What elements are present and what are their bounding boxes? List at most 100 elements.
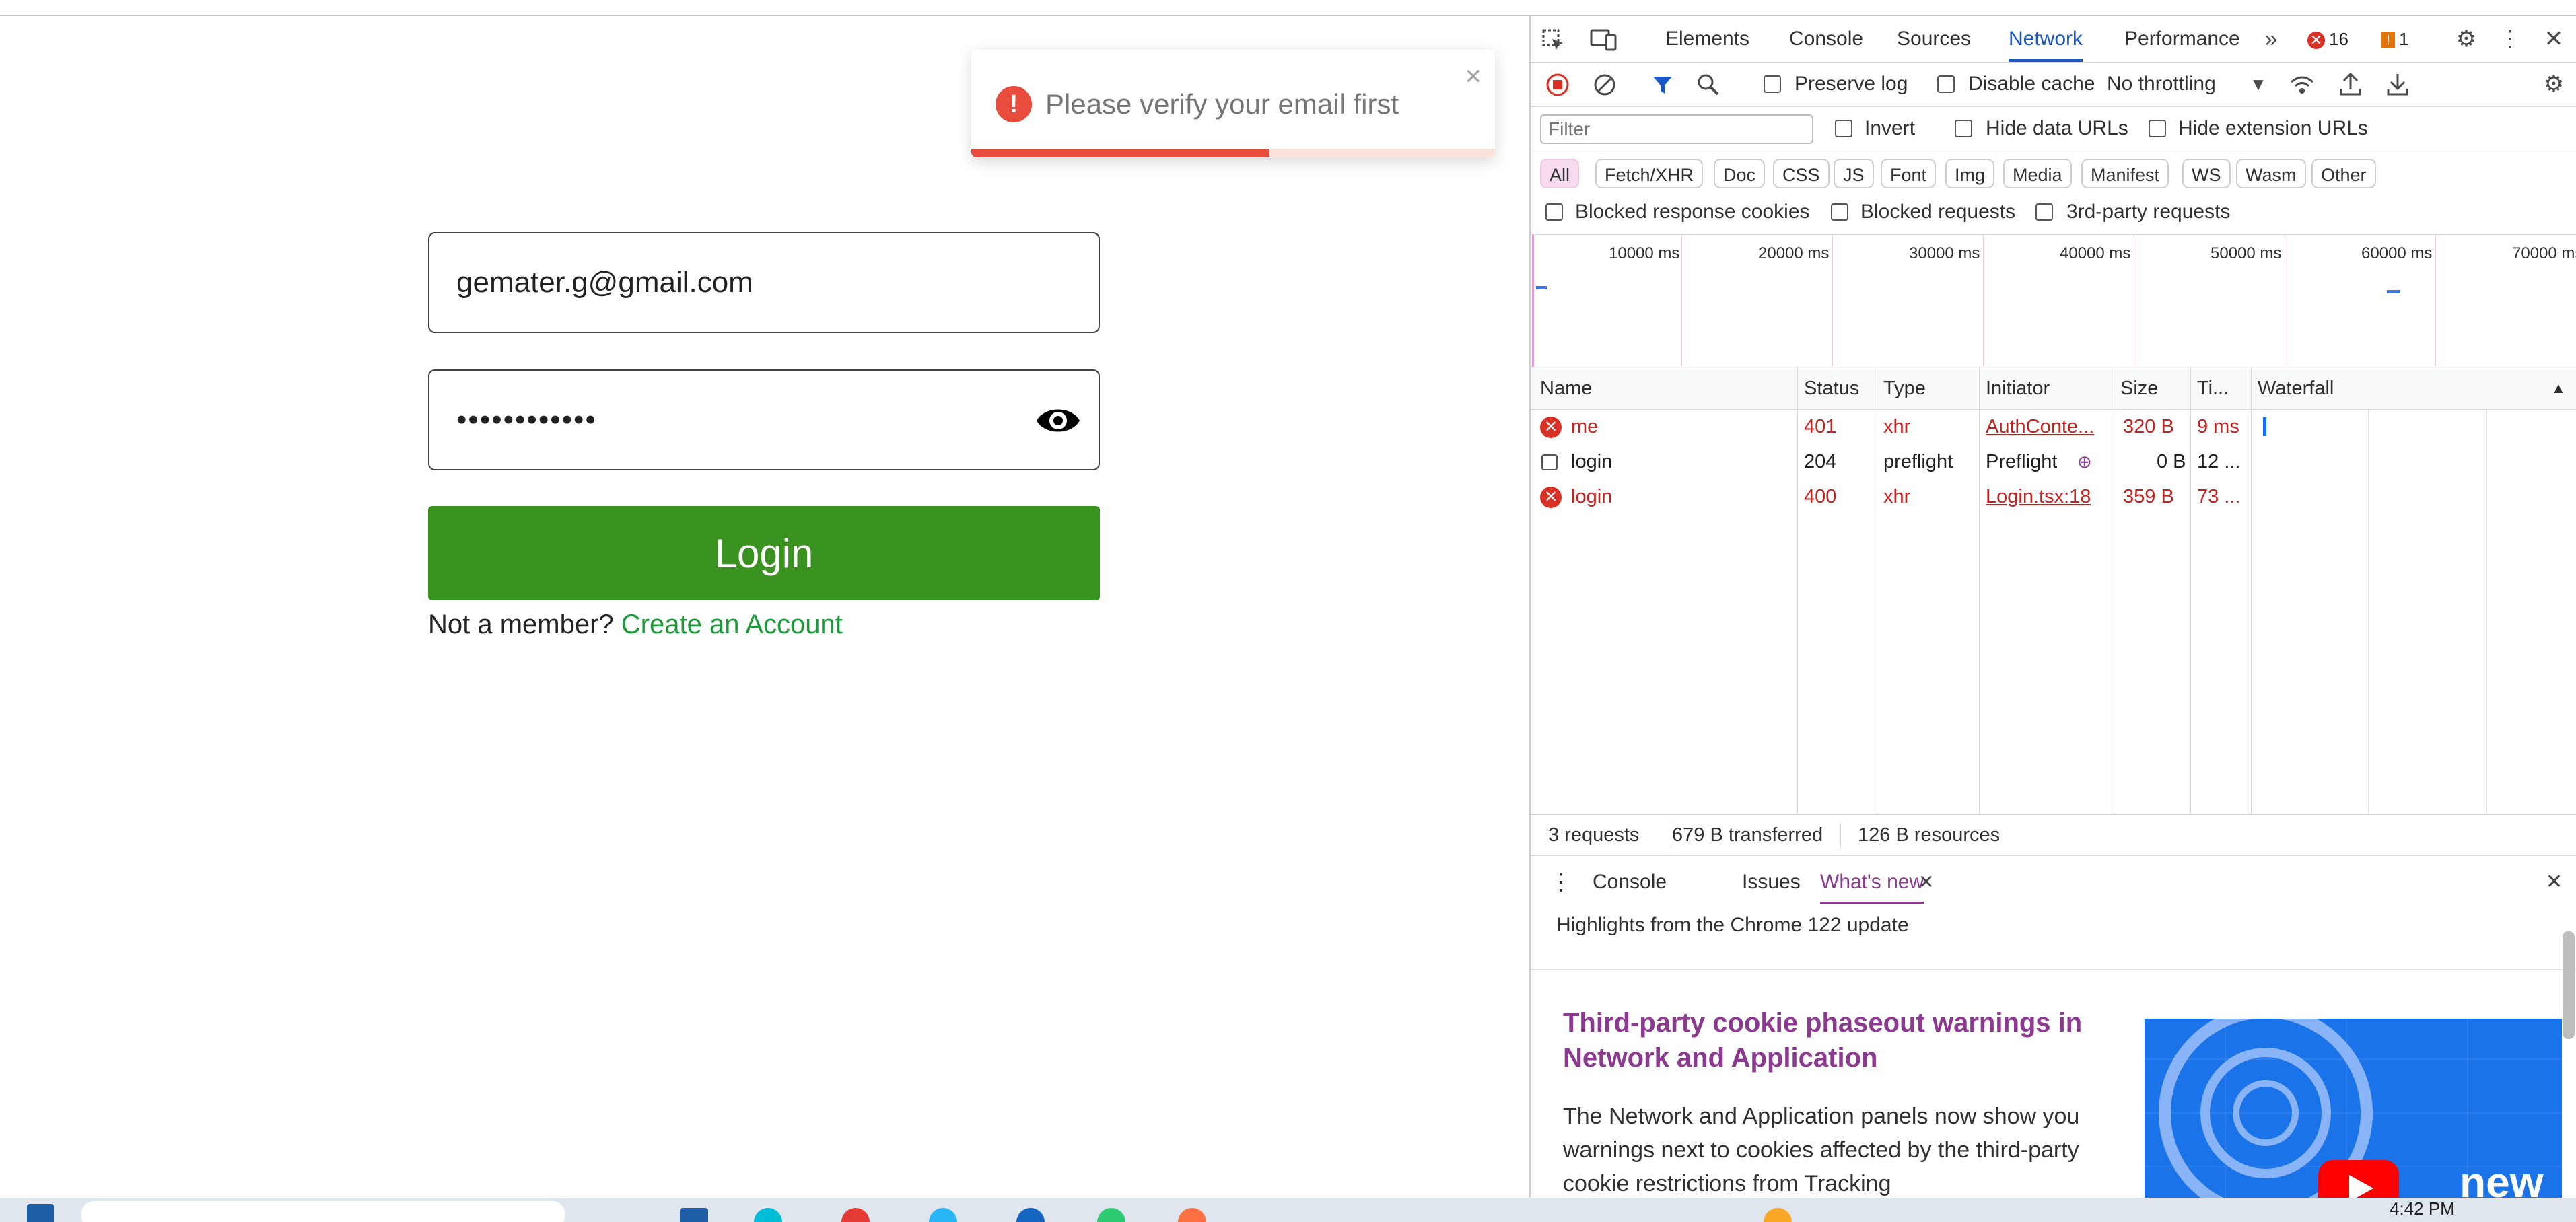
- create-account-link[interactable]: Create an Account: [621, 610, 843, 639]
- login-button[interactable]: Login: [428, 506, 1100, 600]
- weather-icon[interactable]: [1764, 1208, 1792, 1222]
- chip-wasm[interactable]: Wasm: [2236, 159, 2306, 188]
- request-initiator-link[interactable]: Login.tsx:18: [1986, 479, 2091, 514]
- chip-other[interactable]: Other: [2311, 159, 2376, 188]
- chip-css[interactable]: CSS: [1773, 159, 1830, 188]
- filter-icon[interactable]: [1650, 73, 1675, 97]
- eye-icon[interactable]: [1034, 400, 1082, 441]
- tab-sources[interactable]: Sources: [1897, 16, 1971, 62]
- chrome-icon[interactable]: [841, 1208, 870, 1222]
- chip-media[interactable]: Media: [2003, 159, 2072, 188]
- drawer-tab-whats-new[interactable]: What's new: [1820, 860, 1924, 904]
- overview-gridline: [1983, 235, 1984, 367]
- device-toolbar-icon[interactable]: [1590, 28, 1617, 51]
- email-value: gemater.g@gmail.com: [456, 266, 753, 299]
- settings-gear-icon[interactable]: ⚙: [2453, 16, 2480, 62]
- video-thumbnail[interactable]: new: [2145, 1019, 2562, 1198]
- article-title[interactable]: Third-party cookie phaseout warnings in …: [1563, 1005, 2095, 1075]
- blocked-requests-checkbox[interactable]: [1831, 203, 1848, 221]
- table-row[interactable]: login 204 preflight Preflight ⊕ 0 B 12 .…: [1531, 444, 2576, 479]
- third-party-requests-checkbox[interactable]: [2035, 203, 2053, 221]
- sort-ascending-icon[interactable]: ▲: [2551, 367, 2566, 409]
- disable-cache-checkbox[interactable]: [1937, 75, 1955, 93]
- request-time: 73 ...: [2197, 486, 2241, 507]
- search-icon[interactable]: [1696, 73, 1720, 97]
- drawer-tab-console[interactable]: Console: [1593, 860, 1667, 904]
- close-icon[interactable]: ×: [1465, 59, 1482, 93]
- hide-data-urls-checkbox[interactable]: [1955, 120, 1972, 137]
- col-waterfall[interactable]: Waterfall: [2258, 367, 2334, 409]
- hide-extension-urls-checkbox[interactable]: [2149, 120, 2166, 137]
- chip-manifest[interactable]: Manifest: [2081, 159, 2169, 188]
- col-time[interactable]: Ti...: [2197, 367, 2229, 409]
- app-icon[interactable]: [754, 1208, 782, 1222]
- app-icon[interactable]: [1097, 1208, 1125, 1222]
- more-tabs-icon[interactable]: »: [2258, 16, 2285, 62]
- column-divider: [1797, 367, 1798, 814]
- password-field[interactable]: ••••••••••••: [428, 369, 1100, 470]
- network-summary-bar: 3 requests 679 B transferred 126 B resou…: [1531, 814, 2576, 856]
- whats-new-panel: Highlights from the Chrome 122 update Th…: [1531, 904, 2576, 1198]
- chip-img[interactable]: Img: [1945, 159, 1995, 188]
- drawer-tab-issues[interactable]: Issues: [1742, 860, 1801, 904]
- scrollbar-thumb[interactable]: [2563, 931, 2575, 1039]
- chip-ws[interactable]: WS: [2182, 159, 2231, 188]
- summary-divider: [1840, 823, 1841, 847]
- filter-input[interactable]: [1540, 114, 1813, 144]
- vscode-icon[interactable]: [1016, 1208, 1045, 1222]
- clear-icon[interactable]: [1593, 73, 1617, 97]
- col-type[interactable]: Type: [1883, 367, 1926, 409]
- throttling-select[interactable]: No throttling: [2107, 73, 2216, 96]
- download-icon[interactable]: [2386, 71, 2410, 97]
- close-drawer-icon[interactable]: ✕: [2546, 860, 2563, 904]
- record-stop-icon[interactable]: [1545, 73, 1570, 97]
- network-settings-icon[interactable]: ⚙: [2540, 62, 2567, 106]
- request-size: 320 B: [2123, 416, 2174, 437]
- email-field[interactable]: gemater.g@gmail.com: [428, 232, 1100, 333]
- inspect-element-icon[interactable]: [1541, 28, 1566, 52]
- overview-gridline: [2435, 235, 2436, 367]
- col-status[interactable]: Status: [1804, 367, 1859, 409]
- overview-start-marker: [1532, 235, 1534, 367]
- tab-console[interactable]: Console: [1789, 16, 1863, 62]
- network-conditions-icon[interactable]: [2289, 73, 2316, 97]
- drawer-menu-icon[interactable]: ⋮: [1550, 860, 1572, 904]
- tab-elements[interactable]: Elements: [1665, 16, 1749, 62]
- network-overview-timeline[interactable]: 10000 ms 20000 ms 30000 ms 40000 ms 5000…: [1531, 235, 2576, 367]
- chip-doc[interactable]: Doc: [1714, 159, 1766, 188]
- taskview-icon[interactable]: [680, 1208, 708, 1222]
- kebab-menu-icon[interactable]: ⋮: [2499, 16, 2521, 62]
- warning-count-badge[interactable]: ! 1: [2381, 28, 2408, 50]
- request-initiator-link[interactable]: AuthConte...: [1986, 409, 2114, 444]
- taskbar-search[interactable]: [81, 1201, 565, 1222]
- upload-icon[interactable]: [2338, 71, 2363, 97]
- start-icon[interactable]: [27, 1204, 54, 1222]
- chip-js[interactable]: JS: [1834, 159, 1874, 188]
- preflight-link-icon[interactable]: ⊕: [2077, 444, 2092, 479]
- col-initiator[interactable]: Initiator: [1986, 367, 2050, 409]
- col-size[interactable]: Size: [2120, 367, 2158, 409]
- table-row[interactable]: ✕ me 401 xhr AuthConte... 320 B 9 ms: [1531, 409, 2576, 444]
- summary-requests: 3 requests: [1548, 824, 1640, 846]
- col-name[interactable]: Name: [1540, 367, 1592, 409]
- tab-performance[interactable]: Performance: [2124, 16, 2240, 62]
- preserve-log-checkbox[interactable]: [1764, 75, 1781, 93]
- chip-all[interactable]: All: [1540, 159, 1580, 188]
- request-name: login: [1571, 486, 1613, 507]
- toast-progress-track: [971, 149, 1495, 157]
- invert-checkbox[interactable]: [1835, 120, 1852, 137]
- close-devtools-icon[interactable]: ✕: [2540, 16, 2567, 62]
- taskbar-clock[interactable]: 4:42 PM: [2390, 1198, 2455, 1219]
- tick-label: 10000 ms: [1609, 244, 1680, 262]
- app-icon[interactable]: [929, 1208, 957, 1222]
- chevron-down-icon[interactable]: ▼: [2248, 62, 2268, 106]
- app-icon[interactable]: [1178, 1208, 1206, 1222]
- error-count-badge[interactable]: ✕ 16: [2307, 28, 2348, 50]
- blocked-response-cookies-checkbox[interactable]: [1545, 203, 1563, 221]
- close-tab-icon[interactable]: ✕: [1918, 860, 1934, 904]
- chip-font[interactable]: Font: [1881, 159, 1937, 188]
- tab-network[interactable]: Network: [2009, 16, 2083, 62]
- chip-fetch-xhr[interactable]: Fetch/XHR: [1595, 159, 1704, 188]
- table-row[interactable]: ✕ login 400 xhr Login.tsx:18 359 B 73 ..…: [1531, 479, 2576, 514]
- request-name: me: [1571, 416, 1599, 437]
